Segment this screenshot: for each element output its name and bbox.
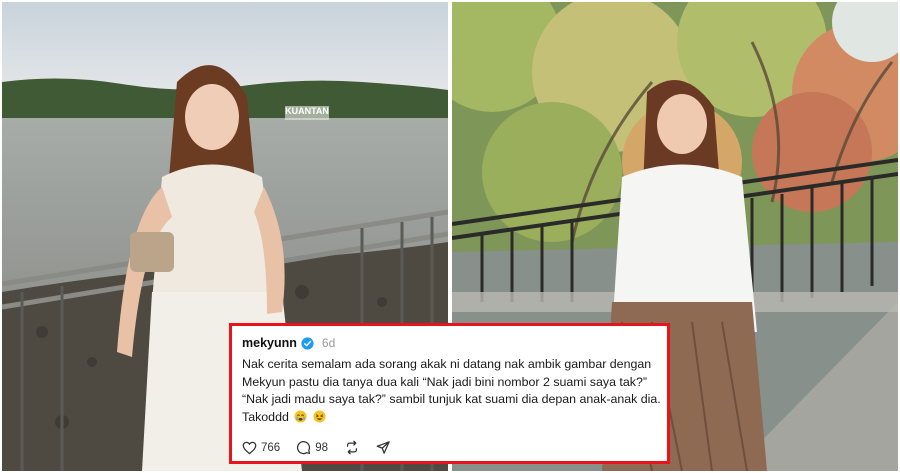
post-text-line: “Nak jadi madu saya tak?” sambil tunjuk …	[242, 392, 661, 406]
comment-count: 98	[315, 441, 328, 454]
verified-badge-icon	[301, 336, 314, 350]
crying-face-emoji-icon	[294, 409, 307, 423]
post-timestamp: 6d	[321, 336, 336, 350]
post-header: mekyunn 6d	[242, 335, 657, 351]
post-actions: 766 98	[242, 440, 407, 455]
heart-icon	[242, 441, 257, 454]
kuantan-sign-text: KUANTAN	[285, 106, 329, 116]
share-button[interactable]	[376, 440, 391, 455]
comment-bubble-icon	[297, 441, 311, 455]
comment-button[interactable]: 98	[296, 440, 328, 455]
post-text-line: Nak cerita semalam ada sorang akak ni da…	[242, 357, 652, 371]
post-text-line-last: Takoddd	[242, 409, 672, 427]
post-text: Nak cerita semalam ada sorang akak ni da…	[242, 356, 672, 426]
post-username[interactable]: mekyunn	[242, 336, 297, 350]
like-button[interactable]: 766	[242, 441, 280, 455]
post-text-line: Mekyun pastu dia tanya dua kali “Nak jad…	[242, 374, 647, 389]
send-icon	[376, 441, 390, 454]
repost-button[interactable]	[344, 440, 360, 455]
rolling-laughing-emoji-icon	[313, 409, 326, 423]
threads-post-card: mekyunn 6d Nak cerita semalam ada sorang…	[229, 323, 670, 464]
repost-icon	[346, 440, 357, 455]
like-count: 766	[261, 441, 281, 454]
post-text-line: Takoddd	[242, 409, 289, 424]
